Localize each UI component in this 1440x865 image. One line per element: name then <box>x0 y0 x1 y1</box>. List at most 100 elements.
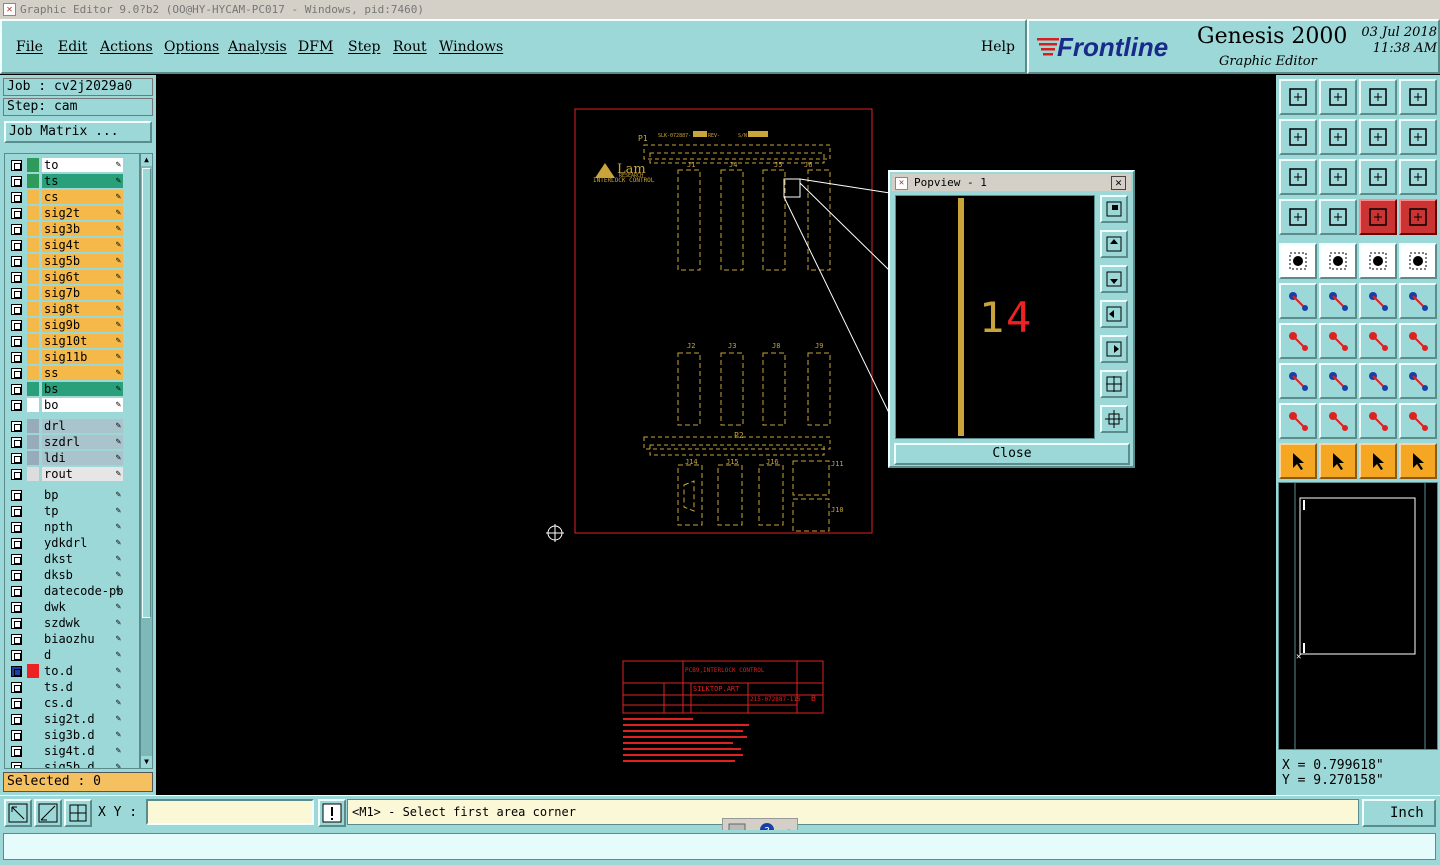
menu-rout[interactable]: Rout <box>393 39 427 55</box>
popview-pan-up-button[interactable] <box>1100 230 1128 258</box>
layer-name[interactable]: ldi ✎ <box>42 451 123 465</box>
layer-checkbox[interactable] <box>11 400 22 411</box>
scale-1-2-icon[interactable] <box>1359 159 1397 195</box>
popview-titlebar[interactable]: ✕ Popview - 1 ✕ <box>892 174 1131 191</box>
layer-checkbox[interactable] <box>11 240 22 251</box>
pointer-circle-icon[interactable] <box>1359 443 1397 479</box>
layer-row[interactable]: datecode-pbe ✎ <box>5 583 139 599</box>
layer-row[interactable]: rout ✎ <box>5 466 139 482</box>
layer-name[interactable]: dwk ✎ <box>42 600 123 614</box>
layer-color-swatch[interactable] <box>27 302 39 316</box>
grid-snap-icon[interactable] <box>64 799 92 827</box>
layer-color-swatch[interactable] <box>27 664 39 678</box>
connect-icon[interactable] <box>1279 283 1317 319</box>
layer-checkbox[interactable] <box>11 176 22 187</box>
layer-checkbox[interactable] <box>11 554 22 565</box>
layer-row[interactable]: sig7b ✎ <box>5 285 139 301</box>
layer-color-swatch[interactable] <box>27 712 39 726</box>
layer-color-swatch[interactable] <box>27 366 39 380</box>
layer-checkbox[interactable] <box>11 160 22 171</box>
layer-row[interactable]: sig4t.d ✎ <box>5 743 139 759</box>
layer-name[interactable]: sig9b ✎ <box>42 318 123 332</box>
layer-color-swatch[interactable] <box>27 696 39 710</box>
layer-row[interactable]: ts ✎ <box>5 173 139 189</box>
layer-checkbox[interactable] <box>11 538 22 549</box>
layer-row[interactable]: dkst ✎ <box>5 551 139 567</box>
layer-row[interactable]: ydkdrl ✎ <box>5 535 139 551</box>
popview-zoom-view[interactable]: 1 4 <box>895 195 1095 439</box>
layer-color-swatch[interactable] <box>27 568 39 582</box>
layer-checkbox[interactable] <box>11 570 22 581</box>
layer-checkbox[interactable] <box>11 352 22 363</box>
layer-name[interactable]: cs.d ✎ <box>42 696 123 710</box>
cut-icon[interactable] <box>1319 363 1357 399</box>
layer-row[interactable]: szdrl ✎ <box>5 434 139 450</box>
layer-name[interactable]: to.d ✎ <box>42 664 123 678</box>
layer-name[interactable]: ss ✎ <box>42 366 123 380</box>
layer-name[interactable]: sig4t ✎ <box>42 238 123 252</box>
layer-row[interactable]: to ✎ <box>5 157 139 173</box>
layer-checkbox[interactable] <box>11 650 22 661</box>
menu-options[interactable]: Options <box>164 39 219 55</box>
layer-name[interactable]: to ✎ <box>42 158 123 172</box>
layer-name[interactable]: dksb ✎ <box>42 568 123 582</box>
layer-row[interactable]: to.d ✎ <box>5 663 139 679</box>
layer-checkbox[interactable] <box>11 490 22 501</box>
help-icon[interactable] <box>1399 159 1437 195</box>
popview-zoom-in-button[interactable] <box>1100 370 1128 398</box>
menu-edit[interactable]: Edit <box>58 39 87 55</box>
layer-color-swatch[interactable] <box>27 584 39 598</box>
layer-color-swatch[interactable] <box>27 760 39 768</box>
layer-checkbox[interactable] <box>11 506 22 517</box>
layer-color-swatch[interactable] <box>27 419 39 433</box>
layer-name[interactable]: ts.d ✎ <box>42 680 123 694</box>
window-split-icon[interactable] <box>1399 79 1437 115</box>
fit-icon[interactable] <box>1279 159 1317 195</box>
layer-checkbox[interactable] <box>11 192 22 203</box>
layer-name[interactable]: npth ✎ <box>42 520 123 534</box>
layer-name[interactable]: sig4t.d ✎ <box>42 744 123 758</box>
layer-checkbox[interactable] <box>11 602 22 613</box>
popview-close-button[interactable]: Close <box>894 443 1130 465</box>
layer-checkbox[interactable] <box>11 618 22 629</box>
layer-pad-icon[interactable] <box>1359 199 1397 235</box>
layer-row[interactable]: d ✎ <box>5 647 139 663</box>
layer-checkbox[interactable] <box>11 682 22 693</box>
layer-name[interactable]: sig2t ✎ <box>42 206 123 220</box>
scroll-thumb[interactable] <box>142 168 151 618</box>
move-icon[interactable] <box>1399 283 1437 319</box>
zoom-area-icon[interactable] <box>4 799 32 827</box>
layer-checkbox[interactable] <box>11 320 22 331</box>
layer-name[interactable]: bp ✎ <box>42 488 123 502</box>
layer-name[interactable]: dkst ✎ <box>42 552 123 566</box>
layer-name[interactable]: datecode-pbe ✎ <box>42 584 123 598</box>
layer-color-swatch[interactable] <box>27 222 39 236</box>
layer-scrollbar[interactable]: ▲ ▼ <box>140 153 153 769</box>
mirror-icon[interactable] <box>1399 323 1437 359</box>
layer-color-swatch[interactable] <box>27 728 39 742</box>
layer-name[interactable]: sig2t.d ✎ <box>42 712 123 726</box>
layer-name[interactable]: sig8t ✎ <box>42 302 123 316</box>
layer-checkbox[interactable] <box>11 762 22 768</box>
layer-color-swatch[interactable] <box>27 318 39 332</box>
layer-row[interactable]: bo ✎ <box>5 397 139 413</box>
menu-help[interactable]: Help <box>981 39 1015 55</box>
layer-checkbox[interactable] <box>11 336 22 347</box>
menu-dfm[interactable]: DFM <box>298 39 333 55</box>
layer-color-swatch[interactable] <box>27 467 39 481</box>
layer-checkbox[interactable] <box>11 634 22 645</box>
layer-checkbox[interactable] <box>11 453 22 464</box>
layer-color-swatch[interactable] <box>27 744 39 758</box>
job-matrix-button[interactable]: Job Matrix ... <box>4 121 152 143</box>
layer-color-swatch[interactable] <box>27 648 39 662</box>
layer-checkbox[interactable] <box>11 666 22 677</box>
layer-color-swatch[interactable] <box>27 270 39 284</box>
zoom-right-icon[interactable] <box>1319 119 1357 155</box>
layer-checkbox[interactable] <box>11 746 22 757</box>
swap-icon[interactable] <box>1359 119 1397 155</box>
layer-row[interactable]: sig5b.d ✎ <box>5 759 139 768</box>
draw-line-icon[interactable] <box>1319 323 1357 359</box>
layer-row[interactable]: drl ✎ <box>5 418 139 434</box>
arc-icon[interactable] <box>1359 323 1397 359</box>
layer-color-swatch[interactable] <box>27 254 39 268</box>
